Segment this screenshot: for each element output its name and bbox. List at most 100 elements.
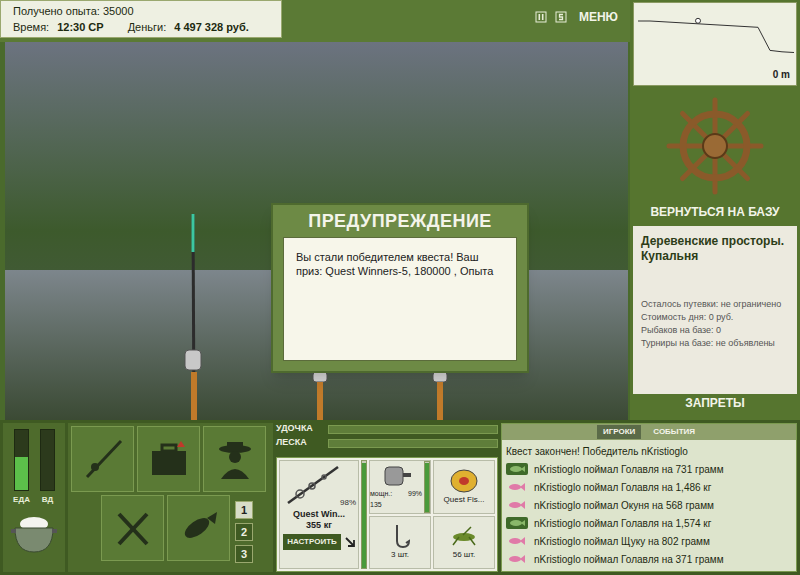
depth-segment [650, 21, 662, 23]
log-entry-text: nKristioglo поймал Голавля на 731 грамм [534, 462, 724, 477]
dialog-message: Вы стали победителем квеста! Ваш приз: Q… [283, 237, 517, 361]
log-entry-text: nKristioglo поймал Щуку на 802 грамм [534, 534, 710, 549]
hook-slot[interactable]: 3 шт. [369, 516, 431, 570]
log-entry: nKristioglo поймал Голавля на 371 грамм [506, 550, 792, 568]
reel-caption-row: мощн.: 13599% [370, 489, 422, 510]
rod-slot[interactable]: 98%Quest Win...355 кгНАСТРОИТЬ [279, 460, 359, 569]
base-detail: Осталось путевки: не ограничено [641, 298, 789, 310]
line-spool-icon [449, 468, 479, 494]
log-entry: nKristioglo поймал Голавля на 1,574 кг [506, 514, 792, 532]
trophy-fish-icon [506, 517, 528, 529]
setup-row: НАСТРОИТЬ [283, 534, 355, 550]
rod-icon[interactable] [165, 212, 225, 420]
fish-icon [506, 553, 528, 565]
depth-segment [734, 25, 746, 27]
log-tab[interactable]: ИГРОКИ [597, 425, 641, 439]
bait-slot[interactable]: 56 шт. [433, 516, 495, 570]
tension-track [328, 439, 498, 448]
rod-slot-button[interactable]: 1 [235, 501, 253, 519]
float-marker [696, 18, 701, 23]
log-header: Квест закончен! Победитель nKristioglo [506, 442, 792, 460]
fish-icon[interactable] [167, 495, 230, 561]
fork-knife-icon[interactable] [101, 495, 164, 561]
top-bar: Получено опыта: 35000Время:12:30 СРДеньг… [0, 0, 630, 42]
rod-stand-icon[interactable] [430, 372, 450, 420]
warning-dialog: ПРЕДУПРЕЖДЕНИЕВы стали победителем квест… [271, 203, 529, 373]
condition-track [361, 460, 367, 569]
depth-segment [770, 50, 782, 51]
money-value: 4 497 328 руб. [174, 19, 249, 35]
depth-segment [698, 23, 710, 25]
base-info: Деревенские просторы. Купальня Осталось п… [633, 226, 797, 394]
rod-stand-icon[interactable] [310, 372, 330, 420]
hud-panel: Получено опыта: 35000Время:12:30 СРДеньг… [0, 0, 282, 38]
need-meter: ЕДА [13, 429, 30, 506]
reel-slot[interactable]: мощн.: 13599% [369, 460, 431, 514]
line-slot[interactable]: Quest Fis... [433, 460, 495, 514]
depth-segment [782, 51, 794, 53]
actions-panel: 1 2 3 [68, 423, 273, 572]
rod-tool-icon[interactable] [71, 426, 134, 492]
fish-icon [506, 481, 528, 493]
need-fill [15, 457, 28, 490]
condition-fill [425, 463, 429, 512]
base-detail: Рыбаков на базе: 0 [641, 324, 789, 336]
rod-slot-button[interactable]: 3 [235, 545, 253, 563]
bait-count: 56 шт. [453, 549, 476, 561]
menu-button[interactable]: МЕНЮ [575, 8, 622, 26]
rod-slot-button[interactable]: 2 [235, 523, 253, 541]
base-name: Деревенские просторы. Купальня [641, 234, 789, 264]
depth-segment [638, 21, 650, 22]
tackle-box-icon[interactable] [137, 426, 200, 492]
fishing-scene: ПРЕДУПРЕЖДЕНИЕВы стали победителем квест… [5, 42, 628, 420]
condition-track [424, 461, 430, 513]
bottom-panel: ЕДАВД 1 2 3 УДОЧКАЛЕСКА 98%Quest Win...355 кг… [0, 420, 800, 575]
main-column: Получено опыта: 35000Время:12:30 СРДеньг… [0, 0, 630, 420]
hook-count: 3 шт. [391, 549, 409, 561]
log-entry-text: nKristioglo поймал Голавля на 1,574 кг [534, 516, 711, 531]
reel-power: мощн.: 135 [370, 489, 405, 510]
reel-icon [379, 463, 413, 489]
tension-row: УДОЧКА [276, 423, 498, 435]
wheel-area [630, 86, 800, 200]
rod-name: Quest Win... [293, 509, 345, 520]
base-detail: Турниры на базе: не объявлены [641, 337, 789, 349]
depth-segment [710, 24, 722, 26]
need-label: ЕДА [13, 494, 30, 506]
time-value: 12:30 СР [57, 19, 103, 35]
bans-button[interactable]: ЗАПРЕТЫ [630, 394, 800, 420]
needs-bars: ЕДАВД [13, 429, 55, 506]
need-track [14, 429, 29, 491]
setup-button[interactable]: НАСТРОИТЬ [283, 534, 341, 550]
tension-label: ЛЕСКА [276, 436, 324, 450]
rod-image-area: 98% [280, 461, 358, 509]
log-panel: ИГРОКИ СОБЫТИЯ Квест закончен! Победитель … [501, 423, 797, 572]
tackle-slots: 98%Quest Win...355 кгНАСТРОИТЬ мощн.: 135… [276, 457, 498, 572]
depth-chart: 0 m [633, 2, 797, 86]
depth-segment [662, 21, 674, 23]
fisherman-icon[interactable] [203, 426, 266, 492]
reel-condition: 99% [408, 489, 422, 510]
pot-icon[interactable] [9, 510, 59, 556]
actions-row: 1 2 3 [71, 495, 270, 563]
base-detail: Стоимость дня: 0 руб. [641, 311, 789, 323]
arrow-icon [345, 537, 355, 547]
depth-segment [746, 26, 758, 28]
line-name: Quest Fis... [444, 494, 485, 506]
return-to-base-button[interactable]: ВЕРНУТЬСЯ НА БАЗУ [630, 200, 800, 224]
log-tabs: ИГРОКИ СОБЫТИЯ [502, 424, 796, 440]
depth-segment [722, 25, 734, 27]
log-entry-text: nKristioglo поймал Окуня на 568 грамм [534, 498, 714, 513]
experience-text: Получено опыта: 35000 [13, 3, 269, 19]
depth-profile [636, 5, 796, 65]
pause-icon[interactable] [535, 11, 547, 23]
log-tab[interactable]: СОБЫТИЯ [647, 425, 701, 439]
sound-icon[interactable] [555, 11, 567, 23]
needs-panel: ЕДАВД [3, 423, 65, 572]
fish-icon [506, 499, 528, 511]
dialog-title: ПРЕДУПРЕЖДЕНИЕ [273, 205, 527, 237]
rod-condition: 98% [340, 497, 356, 509]
ship-wheel-icon[interactable] [665, 96, 765, 196]
rod-slots: 1 2 3 [233, 495, 253, 563]
grasshopper-icon [449, 523, 479, 549]
